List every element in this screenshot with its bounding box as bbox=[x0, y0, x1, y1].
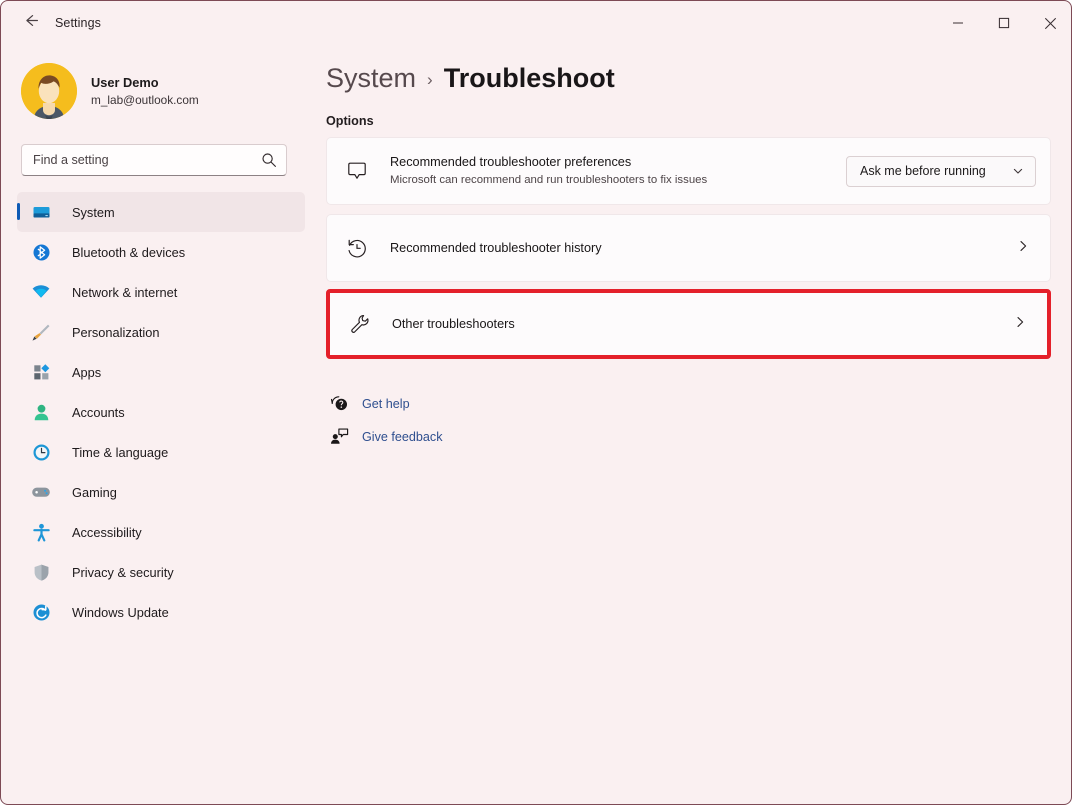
recommended-troubleshooter-preferences-dropdown[interactable]: Ask me before running bbox=[846, 156, 1036, 187]
feedback-person-icon bbox=[328, 426, 350, 448]
sidebar-item-privacy-security[interactable]: Privacy & security bbox=[17, 552, 305, 592]
maximize-icon bbox=[998, 17, 1010, 29]
update-refresh-icon bbox=[31, 602, 51, 622]
search-box[interactable] bbox=[21, 144, 287, 176]
gamepad-icon bbox=[31, 482, 51, 502]
sidebar-item-personalization[interactable]: Personalization bbox=[17, 312, 305, 352]
arrow-left-icon bbox=[22, 12, 39, 34]
breadcrumb-parent[interactable]: System bbox=[326, 63, 416, 94]
card-text: Recommended troubleshooter history bbox=[390, 240, 1016, 257]
main-content: System › Troubleshoot Options Recommende… bbox=[321, 45, 1072, 805]
sidebar-item-accessibility[interactable]: Accessibility bbox=[17, 512, 305, 552]
get-help-label: Get help bbox=[362, 397, 410, 411]
settings-window: Settings bbox=[0, 0, 1072, 805]
chevron-down-icon bbox=[1012, 165, 1024, 177]
sidebar-item-label: Windows Update bbox=[72, 605, 169, 620]
minimize-icon bbox=[952, 17, 964, 29]
give-feedback-link[interactable]: Give feedback bbox=[328, 420, 1051, 453]
get-help-link[interactable]: Get help bbox=[328, 387, 1051, 420]
help-question-icon bbox=[328, 393, 350, 415]
sidebar-item-label: Time & language bbox=[72, 445, 168, 460]
sidebar-item-label: Personalization bbox=[72, 325, 160, 340]
sidebar-item-accounts[interactable]: Accounts bbox=[17, 392, 305, 432]
help-links: Get help Give feedback bbox=[326, 387, 1051, 453]
sidebar-item-label: Apps bbox=[72, 365, 101, 380]
speech-bubble-icon bbox=[344, 158, 370, 184]
maximize-button[interactable] bbox=[981, 1, 1027, 45]
sidebar-item-bluetooth-devices[interactable]: Bluetooth & devices bbox=[17, 232, 305, 272]
app-title: Settings bbox=[55, 16, 101, 30]
give-feedback-label: Give feedback bbox=[362, 430, 443, 444]
person-icon bbox=[31, 402, 51, 422]
account-block[interactable]: User Demo m_lab@outlook.com bbox=[21, 61, 305, 121]
sidebar-item-windows-update[interactable]: Windows Update bbox=[17, 592, 305, 632]
sidebar-item-label: Bluetooth & devices bbox=[72, 245, 185, 260]
account-email: m_lab@outlook.com bbox=[91, 92, 199, 109]
history-clock-icon bbox=[344, 235, 370, 261]
search-icon[interactable] bbox=[261, 152, 277, 173]
card-text: Recommended troubleshooter preferences M… bbox=[390, 154, 846, 188]
card-title: Recommended troubleshooter history bbox=[390, 240, 1016, 257]
chevron-right-icon[interactable] bbox=[1013, 315, 1027, 334]
apps-grid-icon bbox=[31, 362, 51, 382]
sidebar: User Demo m_lab@outlook.com bbox=[1, 45, 321, 805]
chevron-right-icon: › bbox=[427, 70, 433, 90]
sidebar-item-label: Accessibility bbox=[72, 525, 142, 540]
caption-buttons bbox=[935, 1, 1072, 45]
sidebar-item-label: System bbox=[72, 205, 115, 220]
accessibility-person-icon bbox=[31, 522, 51, 542]
card-subtitle: Microsoft can recommend and run troubles… bbox=[390, 172, 846, 188]
card-title: Recommended troubleshooter preferences bbox=[390, 154, 846, 171]
account-name: User Demo bbox=[91, 74, 199, 91]
breadcrumb: System › Troubleshoot bbox=[326, 63, 1051, 94]
clock-globe-icon bbox=[31, 442, 51, 462]
sidebar-item-label: Privacy & security bbox=[72, 565, 174, 580]
minimize-button[interactable] bbox=[935, 1, 981, 45]
sidebar-item-apps[interactable]: Apps bbox=[17, 352, 305, 392]
sidebar-nav: System Bluetooth & devices bbox=[17, 192, 305, 632]
card-recommended-troubleshooter-history[interactable]: Recommended troubleshooter history bbox=[326, 214, 1051, 282]
monitor-icon bbox=[31, 202, 51, 222]
card-text: Other troubleshooters bbox=[392, 316, 1013, 333]
close-icon bbox=[1044, 17, 1057, 30]
close-button[interactable] bbox=[1027, 1, 1072, 45]
sidebar-item-label: Gaming bbox=[72, 485, 117, 500]
shield-icon bbox=[31, 562, 51, 582]
sidebar-item-network-internet[interactable]: Network & internet bbox=[17, 272, 305, 312]
avatar bbox=[21, 63, 77, 119]
card-recommended-troubleshooter-preferences[interactable]: Recommended troubleshooter preferences M… bbox=[326, 137, 1051, 205]
search-input[interactable] bbox=[22, 145, 286, 175]
chevron-right-icon[interactable] bbox=[1016, 239, 1030, 258]
wrench-icon bbox=[347, 311, 373, 337]
page-title: Troubleshoot bbox=[444, 63, 615, 94]
card-other-troubleshooters[interactable]: Other troubleshooters bbox=[326, 289, 1051, 359]
sidebar-item-label: Network & internet bbox=[72, 285, 177, 300]
wifi-icon bbox=[31, 282, 51, 302]
sidebar-item-gaming[interactable]: Gaming bbox=[17, 472, 305, 512]
back-button[interactable] bbox=[13, 8, 47, 38]
bluetooth-icon bbox=[31, 242, 51, 262]
sidebar-item-system[interactable]: System bbox=[17, 192, 305, 232]
section-label: Options bbox=[326, 114, 1051, 128]
paintbrush-icon bbox=[31, 322, 51, 342]
title-bar: Settings bbox=[1, 1, 1072, 45]
sidebar-item-time-language[interactable]: Time & language bbox=[17, 432, 305, 472]
account-text: User Demo m_lab@outlook.com bbox=[91, 74, 199, 109]
dropdown-value: Ask me before running bbox=[860, 164, 986, 178]
sidebar-item-label: Accounts bbox=[72, 405, 125, 420]
card-title: Other troubleshooters bbox=[392, 316, 1013, 333]
